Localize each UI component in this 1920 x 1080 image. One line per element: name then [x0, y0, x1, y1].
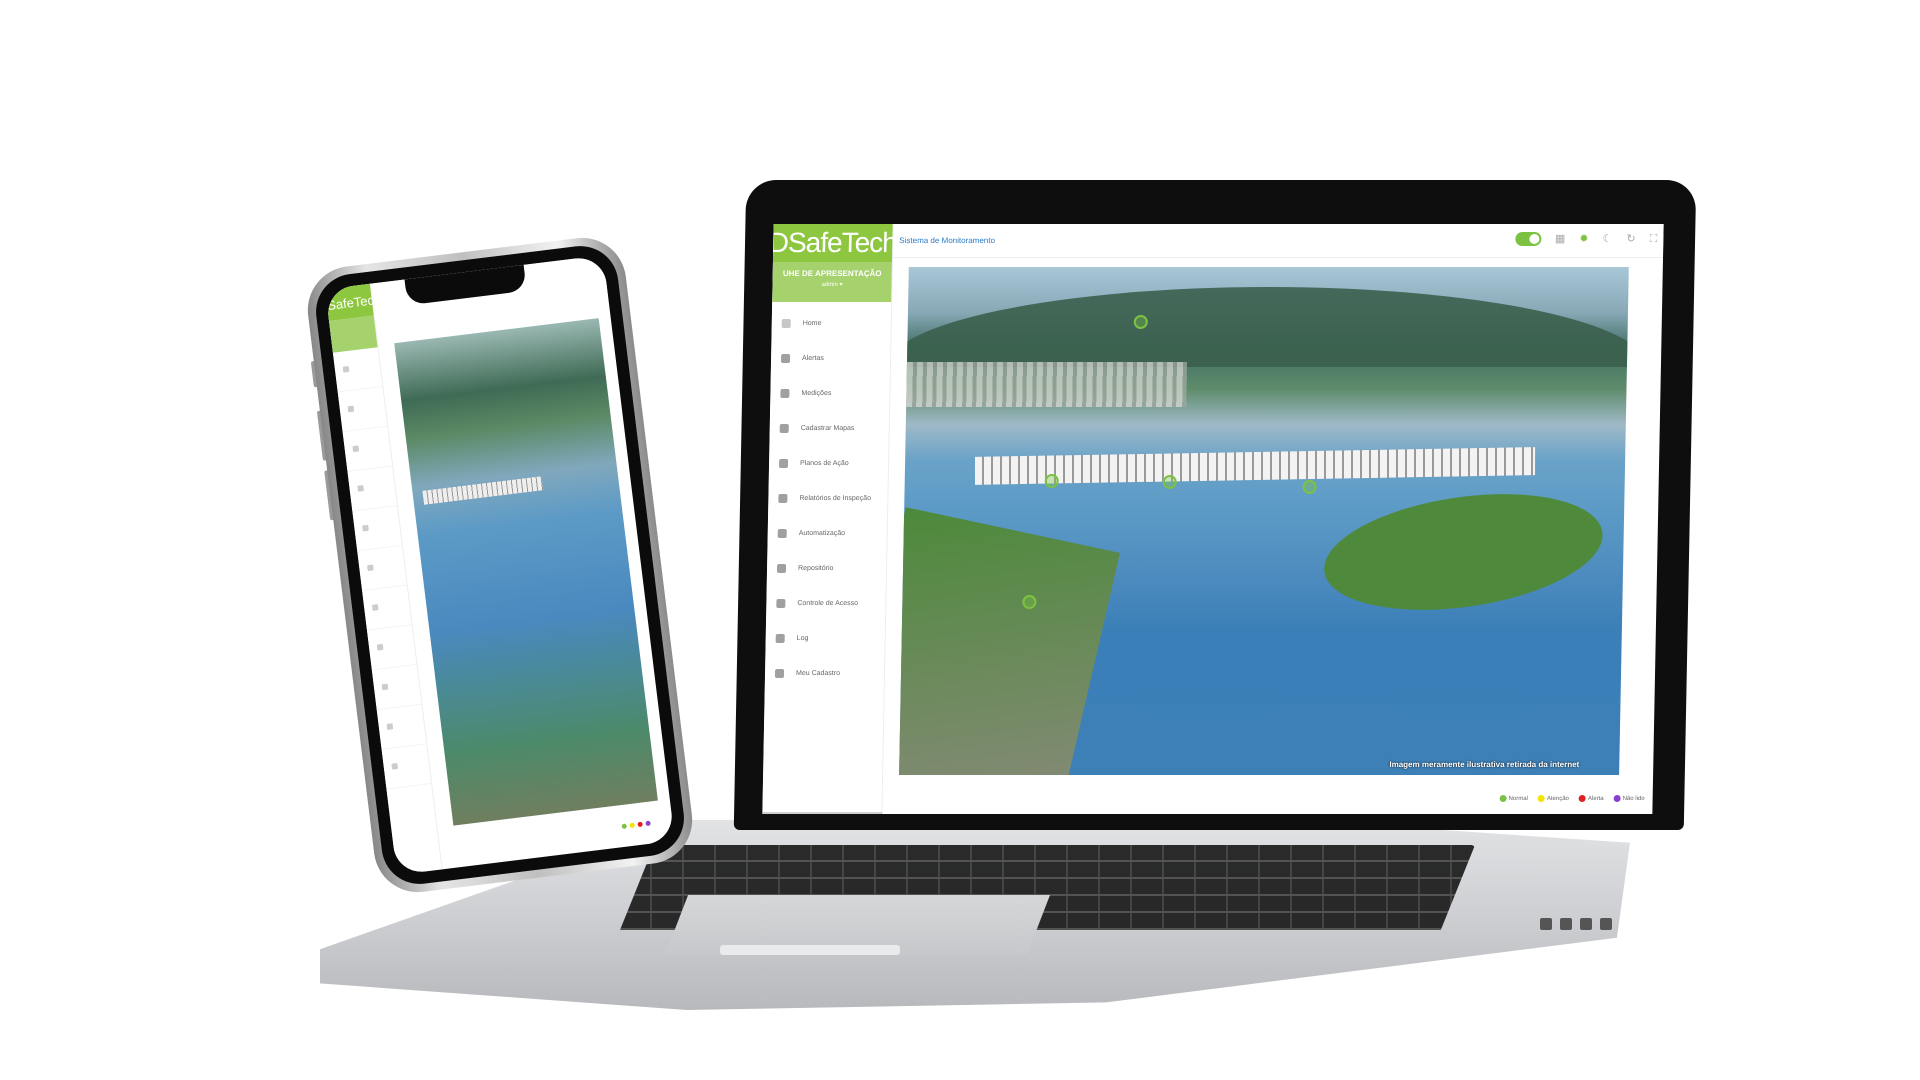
- status-legend: Normal Atenção Alerta Não lido: [1499, 795, 1645, 802]
- sidebar-item-label: Automatização: [798, 530, 846, 537]
- map-marker[interactable]: [1044, 474, 1059, 488]
- legend-dot: [637, 821, 643, 828]
- toggle-switch[interactable]: [1514, 232, 1542, 246]
- sidebar-item-label: Log: [796, 635, 809, 642]
- laptop-screen: DSafeTech UHE DE APRESENTAÇÃO admin ▾ Ho…: [762, 224, 1664, 814]
- mobile-sidebar-item[interactable]: [352, 506, 402, 552]
- map-caption: Imagem meramente ilustrativa retirada da…: [1389, 760, 1580, 769]
- sidebar-item-label: Controle de Acesso: [797, 600, 859, 607]
- map-island: [1317, 478, 1609, 626]
- sidebar: DSafeTech UHE DE APRESENTAÇÃO admin ▾ Ho…: [762, 224, 897, 814]
- user-icon: [774, 669, 785, 678]
- unit-panel: UHE DE APRESENTAÇÃO admin ▾: [772, 262, 892, 302]
- legend-dot: [1537, 795, 1545, 802]
- mobile-sidebar-item[interactable]: [381, 744, 432, 790]
- laptop-hinge-notch: [720, 945, 900, 955]
- map-shore: [899, 507, 1121, 775]
- list-icon: [778, 459, 789, 468]
- sidebar-item-label: Home: [802, 320, 822, 327]
- phone-device: DSafeTech: [302, 232, 698, 898]
- mobile-map-dam: [422, 476, 544, 505]
- fullscreen-icon[interactable]: ⛶: [1650, 233, 1658, 245]
- legend-dot: [1578, 795, 1586, 802]
- cogs-icon: [777, 529, 787, 538]
- mobile-status-legend: [621, 820, 651, 830]
- building-icon[interactable]: ▦: [1555, 233, 1566, 245]
- measure-icon: [780, 389, 790, 398]
- map-marker[interactable]: [1302, 480, 1317, 494]
- legend-item-nao-lido: Não lido: [1613, 795, 1645, 802]
- sidebar-item-controle-de-acesso[interactable]: Controle de Acesso: [766, 586, 886, 621]
- moon-icon[interactable]: ☾: [1602, 233, 1612, 245]
- sidebar-item-log[interactable]: Log: [765, 621, 885, 656]
- mobile-sidebar-item[interactable]: [337, 387, 388, 433]
- sidebar-item-label: Meu Cadastro: [795, 670, 841, 677]
- sidebar-item-cadastrar-mapas[interactable]: Cadastrar Mapas: [769, 411, 889, 446]
- sidebar-divider: [762, 812, 883, 814]
- sidebar-item-label: Cadastrar Mapas: [800, 425, 855, 432]
- users-icon: [776, 599, 786, 608]
- legend-item-alerta: Alerta: [1578, 795, 1604, 802]
- sidebar-item-label: Relatórios de Inspeção: [799, 495, 872, 502]
- mobile-sidebar-item[interactable]: [347, 466, 398, 512]
- legend-dot: [645, 820, 651, 827]
- sun-icon[interactable]: ✹: [1579, 233, 1588, 245]
- legend-dot: [629, 822, 635, 829]
- map-dam-structure: [974, 447, 1536, 485]
- folder-icon: [776, 564, 787, 573]
- brand-logo[interactable]: DSafeTech: [769, 224, 897, 262]
- sidebar-item-label: Medições: [801, 390, 832, 397]
- sidebar-item-automatizacao[interactable]: Automatização: [767, 516, 887, 551]
- sidebar-item-relatorios[interactable]: Relatórios de Inspeção: [768, 481, 888, 516]
- home-icon: [781, 319, 791, 328]
- sidebar-item-medicoes[interactable]: Medições: [770, 376, 890, 411]
- laptop-ports: [1540, 918, 1630, 932]
- sidebar-item-alertas[interactable]: Alertas: [771, 341, 891, 376]
- mobile-sidebar-item[interactable]: [371, 664, 422, 711]
- mobile-sidebar-item[interactable]: [342, 426, 393, 472]
- sidebar-item-label: Planos de Ação: [799, 460, 849, 467]
- sidebar-item-label: Alertas: [802, 355, 824, 362]
- refresh-icon[interactable]: ↻: [1626, 233, 1635, 245]
- legend-dot: [1613, 795, 1621, 802]
- dam-map[interactable]: Imagem meramente ilustrativa retirada da…: [899, 267, 1629, 775]
- mobile-sidebar-item[interactable]: [332, 347, 383, 393]
- sidebar-item-label: Repositório: [797, 565, 834, 572]
- warning-icon: [780, 354, 791, 363]
- mobile-sidebar-item[interactable]: [376, 704, 427, 750]
- sidebar-menu: Home Alertas Medições Cadastrar Mapas Pl…: [765, 302, 891, 691]
- report-icon: [778, 494, 788, 503]
- map-town: [906, 362, 1188, 407]
- map-marker[interactable]: [1162, 475, 1177, 489]
- legend-dot: [1499, 795, 1507, 802]
- log-icon: [775, 634, 785, 643]
- legend-item-normal: Normal: [1499, 795, 1528, 802]
- sidebar-item-planos-de-acao[interactable]: Planos de Ação: [769, 446, 889, 481]
- top-bar: Sistema de Monitoramento ▦ ✹ ☾ ↻ ⛶: [893, 224, 1664, 258]
- top-bar-actions: ▦ ✹ ☾ ↻ ⛶: [1514, 232, 1658, 246]
- legend-item-atencao: Atenção: [1537, 795, 1569, 802]
- map-icon: [779, 424, 789, 433]
- mobile-sidebar-item[interactable]: [362, 585, 412, 631]
- sidebar-item-home[interactable]: Home: [771, 306, 891, 341]
- mobile-sidebar-item[interactable]: [357, 545, 407, 591]
- mobile-dam-map[interactable]: [394, 318, 658, 826]
- user-menu[interactable]: admin ▾: [772, 281, 891, 291]
- sidebar-item-repositorio[interactable]: Repositório: [767, 551, 887, 586]
- map-mountains: [899, 287, 1629, 367]
- legend-dot: [621, 823, 628, 830]
- mobile-sidebar-item[interactable]: [367, 625, 417, 671]
- page-title: Sistema de Monitoramento: [899, 236, 996, 245]
- sidebar-item-meu-cadastro[interactable]: Meu Cadastro: [765, 656, 885, 691]
- unit-name: UHE DE APRESENTAÇÃO: [782, 269, 882, 278]
